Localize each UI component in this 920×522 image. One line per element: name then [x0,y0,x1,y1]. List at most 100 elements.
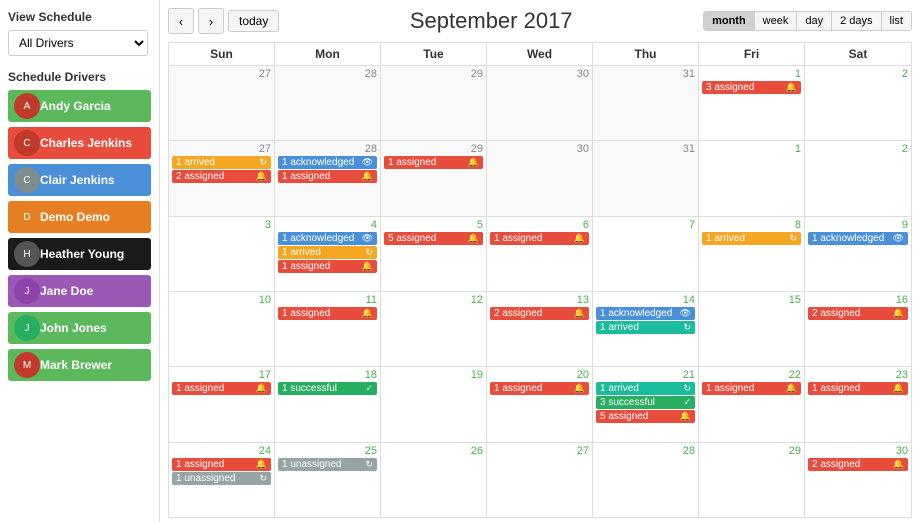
calendar-cell[interactable]: 2 [805,66,911,140]
calendar-event[interactable]: 3 successful✓ [596,396,695,409]
driver-item-jane-doe[interactable]: JJane Doe [8,275,151,307]
calendar-event[interactable]: 1 assigned🔔 [808,382,908,395]
calendar-cell[interactable]: 241 assigned🔔1 unassigned↻ [169,443,275,517]
calendar-cell[interactable]: 29 [699,443,805,517]
calendar-event[interactable]: 1 assigned🔔 [384,156,483,169]
driver-select[interactable]: All Drivers [8,30,148,56]
calendar-cell[interactable]: 302 assigned🔔 [805,443,911,517]
event-label: 1 assigned [176,383,224,394]
calendar-event[interactable]: 2 assigned🔔 [172,170,271,183]
calendar-event[interactable]: 2 assigned🔔 [490,307,589,320]
calendar-cell[interactable]: 251 unassigned↻ [275,443,381,517]
calendar-event[interactable]: 1 successful✓ [278,382,377,395]
calendar-cell[interactable]: 19 [381,367,487,441]
view-btn-week[interactable]: week [755,12,798,30]
day-number: 25 [278,445,377,457]
driver-item-mark-brewer[interactable]: MMark Brewer [8,349,151,381]
calendar-cell[interactable]: 30 [487,66,593,140]
calendar-event[interactable]: 1 arrived↻ [278,246,377,259]
calendar-cell[interactable]: 141 acknowledged👁1 arrived↻ [593,292,699,366]
calendar-cell[interactable]: 28 [275,66,381,140]
calendar-cell[interactable]: 231 assigned🔔 [805,367,911,441]
calendar-event[interactable]: 1 unassigned↻ [172,472,271,485]
event-icon: 🔔 [893,308,904,319]
calendar-cell[interactable]: 271 arrived↻2 assigned🔔 [169,141,275,215]
driver-name: Mark Brewer [40,358,112,372]
calendar-event[interactable]: 1 assigned🔔 [490,382,589,395]
calendar-cell[interactable]: 26 [381,443,487,517]
calendar-event[interactable]: 1 arrived↻ [596,321,695,334]
view-btn-2-days[interactable]: 2 days [832,12,881,30]
driver-item-clair-jenkins[interactable]: CClair Jenkins [8,164,151,196]
driver-item-andy-garcia[interactable]: AAndy Garcia [8,90,151,122]
calendar-cell[interactable]: 13 assigned🔔 [699,66,805,140]
calendar-cell[interactable]: 111 assigned🔔 [275,292,381,366]
next-button[interactable]: › [198,8,224,34]
calendar-cell[interactable]: 31 [593,141,699,215]
calendar-event[interactable]: 1 assigned🔔 [172,458,271,471]
calendar-event[interactable]: 5 assigned🔔 [596,410,695,423]
driver-item-heather-young[interactable]: HHeather Young [8,238,151,270]
driver-item-charles-jenkins[interactable]: CCharles Jenkins [8,127,151,159]
driver-item-john-jones[interactable]: JJohn Jones [8,312,151,344]
calendar-cell[interactable]: 41 acknowledged👁1 arrived↻1 assigned🔔 [275,217,381,291]
calendar-event[interactable]: 1 assigned🔔 [490,232,589,245]
calendar-event[interactable]: 1 unassigned↻ [278,458,377,471]
calendar-cell[interactable]: 181 successful✓ [275,367,381,441]
calendar-cell[interactable]: 3 [169,217,275,291]
event-icon: ↻ [365,459,373,470]
calendar-event[interactable]: 1 arrived↻ [702,232,801,245]
calendar-event[interactable]: 1 assigned🔔 [702,382,801,395]
day-number: 17 [172,369,271,381]
calendar-event[interactable]: 1 arrived↻ [596,382,695,395]
driver-item-demo-demo[interactable]: DDemo Demo [8,201,151,233]
calendar-cell[interactable]: 201 assigned🔔 [487,367,593,441]
calendar-event[interactable]: 3 assigned🔔 [702,81,801,94]
calendar-event[interactable]: 2 assigned🔔 [808,307,908,320]
calendar-cell[interactable]: 1 [699,141,805,215]
event-icon: 🔔 [256,171,267,182]
calendar-event[interactable]: 1 assigned🔔 [278,260,377,273]
calendar-cell[interactable]: 162 assigned🔔 [805,292,911,366]
view-btn-list[interactable]: list [882,12,911,30]
calendar-cell[interactable]: 10 [169,292,275,366]
calendar-event[interactable]: 5 assigned🔔 [384,232,483,245]
calendar-cell[interactable]: 211 arrived↻3 successful✓5 assigned🔔 [593,367,699,441]
calendar-cell[interactable]: 15 [699,292,805,366]
calendar-cell[interactable]: 27 [169,66,275,140]
calendar-event[interactable]: 1 acknowledged👁 [808,232,908,245]
calendar-event[interactable]: 2 assigned🔔 [808,458,908,471]
event-label: 1 assigned [706,383,754,394]
day-number: 7 [596,219,695,231]
calendar-cell[interactable]: 29 [381,66,487,140]
calendar-event[interactable]: 1 arrived↻ [172,156,271,169]
calendar-event[interactable]: 1 assigned🔔 [278,307,377,320]
calendar-cell[interactable]: 221 assigned🔔 [699,367,805,441]
calendar-cell[interactable]: 12 [381,292,487,366]
event-icon: 🔔 [362,171,373,182]
calendar-cell[interactable]: 7 [593,217,699,291]
calendar-cell[interactable]: 171 assigned🔔 [169,367,275,441]
calendar-cell[interactable]: 27 [487,443,593,517]
view-btn-day[interactable]: day [797,12,832,30]
calendar-cell[interactable]: 132 assigned🔔 [487,292,593,366]
calendar-cell[interactable]: 2 [805,141,911,215]
sidebar: View Schedule All Drivers Schedule Drive… [0,0,160,522]
calendar-cell[interactable]: 61 assigned🔔 [487,217,593,291]
calendar-event[interactable]: 1 acknowledged👁 [278,232,377,245]
calendar-event[interactable]: 1 acknowledged👁 [278,156,377,169]
calendar-cell[interactable]: 31 [593,66,699,140]
today-button[interactable]: today [228,10,279,32]
calendar-event[interactable]: 1 assigned🔔 [172,382,271,395]
calendar-cell[interactable]: 91 acknowledged👁 [805,217,911,291]
calendar-cell[interactable]: 55 assigned🔔 [381,217,487,291]
prev-button[interactable]: ‹ [168,8,194,34]
calendar-cell[interactable]: 81 arrived↻ [699,217,805,291]
calendar-event[interactable]: 1 assigned🔔 [278,170,377,183]
calendar-cell[interactable]: 28 [593,443,699,517]
view-btn-month[interactable]: month [704,12,755,30]
calendar-cell[interactable]: 291 assigned🔔 [381,141,487,215]
calendar-cell[interactable]: 30 [487,141,593,215]
calendar-cell[interactable]: 281 acknowledged👁1 assigned🔔 [275,141,381,215]
calendar-event[interactable]: 1 acknowledged👁 [596,307,695,320]
